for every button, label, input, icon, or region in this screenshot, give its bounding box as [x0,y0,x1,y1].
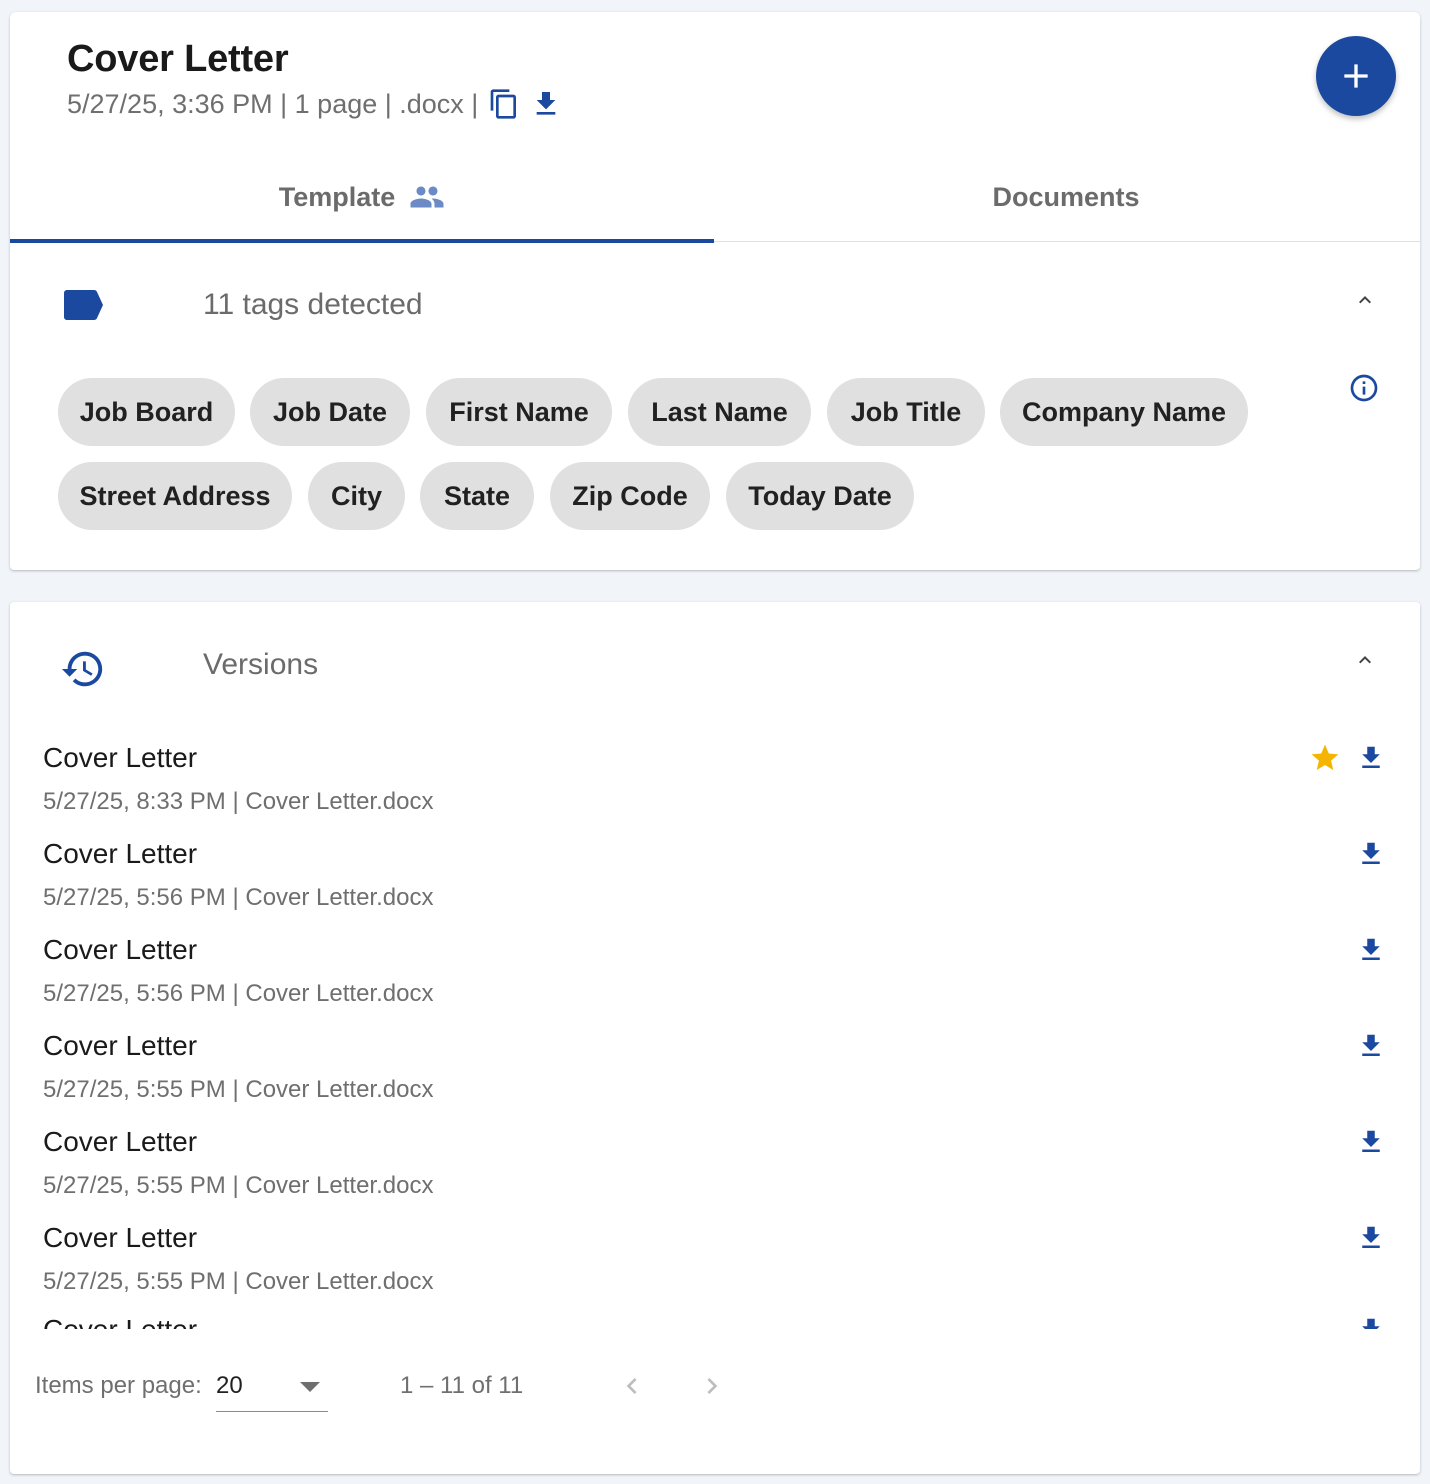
dropdown-arrow-icon [300,1382,320,1392]
tab-template-label: Template [278,181,396,212]
chevron-up-icon [1359,656,1371,664]
active-tab-indicator [10,239,714,243]
tag-chip[interactable]: Job Date [250,378,410,446]
version-meta: 5/27/25, 5:56 PM | Cover Letter.docx [43,884,434,911]
version-name: Cover Letter [43,1126,198,1157]
label-icon [64,288,104,322]
version-item[interactable]: Cover Letter 5/27/25, 5:56 PM | Cover Le… [43,934,1393,1026]
version-name: Cover Letter [43,934,198,965]
star-icon[interactable] [1309,742,1341,779]
version-meta: 5/27/25, 5:55 PM | Cover Letter.docx [43,1268,434,1295]
tab-documents-label: Documents [992,181,1140,212]
tab-documents[interactable]: Documents [714,152,1418,242]
version-meta: 5/27/25, 8:33 PM | Cover Letter.docx [43,788,434,815]
next-page-button[interactable] [696,1368,728,1409]
plus-icon [1344,64,1368,88]
tag-chip[interactable]: Today Date [726,462,914,530]
document-title: Cover Letter [67,38,289,80]
people-icon [410,186,444,208]
version-item[interactable]: Cover Letter 5/27/25, 5:55 PM | Cover Le… [43,1222,1393,1314]
download-icon[interactable] [1356,742,1386,779]
info-button[interactable] [1348,372,1380,409]
version-item[interactable]: Cover Letter [43,1314,1393,1329]
tag-chip[interactable]: First Name [426,378,612,446]
download-icon[interactable] [1356,1126,1386,1163]
version-item[interactable]: Cover Letter 5/27/25, 5:55 PM | Cover Le… [43,1030,1393,1122]
document-meta-text: 5/27/25, 3:36 PM | 1 page | .docx | [67,88,479,119]
version-name: Cover Letter [43,838,198,869]
tag-chip[interactable]: State [420,462,534,530]
tag-chip[interactable]: Job Title [827,378,985,446]
chevron-right-icon [707,1378,718,1394]
version-item[interactable]: Cover Letter 5/27/25, 8:33 PM | Cover Le… [43,742,1393,834]
previous-page-button[interactable] [616,1368,648,1409]
version-meta: 5/27/25, 5:55 PM | Cover Letter.docx [43,1172,434,1199]
template-card: Cover Letter 5/27/25, 3:36 PM | 1 page |… [10,12,1420,570]
collapse-tags-button[interactable] [1350,288,1380,317]
version-item[interactable]: Cover Letter 5/27/25, 5:55 PM | Cover Le… [43,1126,1393,1218]
add-button[interactable] [1316,36,1396,116]
chevron-left-icon [626,1378,637,1394]
download-icon[interactable] [530,87,562,121]
tab-template[interactable]: Template [10,152,714,243]
items-per-page-select[interactable]: 20 [216,1364,328,1412]
version-name: Cover Letter [43,1314,197,1329]
versions-card: Versions Cover Letter 5/27/25, 8:33 PM |… [10,602,1420,1474]
copy-icon[interactable] [488,87,520,121]
version-item[interactable]: Cover Letter 5/27/25, 5:56 PM | Cover Le… [43,838,1393,930]
tag-chip[interactable]: Last Name [628,378,811,446]
version-name: Cover Letter [43,1030,198,1061]
history-icon [60,646,106,692]
page-range: 1 – 11 of 11 [400,1372,524,1399]
document-meta: 5/27/25, 3:36 PM | 1 page | .docx | [67,86,562,122]
tag-chip[interactable]: City [308,462,405,530]
info-icon [1350,374,1378,402]
tags-section-title: 11 tags detected [203,288,423,321]
version-name: Cover Letter [43,1222,198,1253]
version-meta: 5/27/25, 5:55 PM | Cover Letter.docx [43,1076,434,1103]
items-per-page-label: Items per page: [35,1372,202,1399]
version-meta: 5/27/25, 5:56 PM | Cover Letter.docx [43,980,434,1007]
download-icon[interactable] [1356,1222,1386,1259]
tag-chip[interactable]: Job Board [58,378,235,446]
tab-bar: Template Documents [10,152,1420,243]
collapse-versions-button[interactable] [1350,648,1380,677]
version-name: Cover Letter [43,742,198,773]
download-icon[interactable] [1356,1030,1386,1067]
tag-chip[interactable]: Zip Code [550,462,710,530]
chevron-up-icon [1359,296,1371,304]
download-icon[interactable] [1356,1314,1386,1329]
versions-section-title: Versions [203,648,319,681]
tag-chip[interactable]: Company Name [1000,378,1248,446]
versions-list[interactable]: Cover Letter 5/27/25, 8:33 PM | Cover Le… [10,722,1420,1329]
items-per-page-value: 20 [216,1372,243,1399]
tag-chip[interactable]: Street Address [58,462,292,530]
download-icon[interactable] [1356,934,1386,971]
download-icon[interactable] [1356,838,1386,875]
